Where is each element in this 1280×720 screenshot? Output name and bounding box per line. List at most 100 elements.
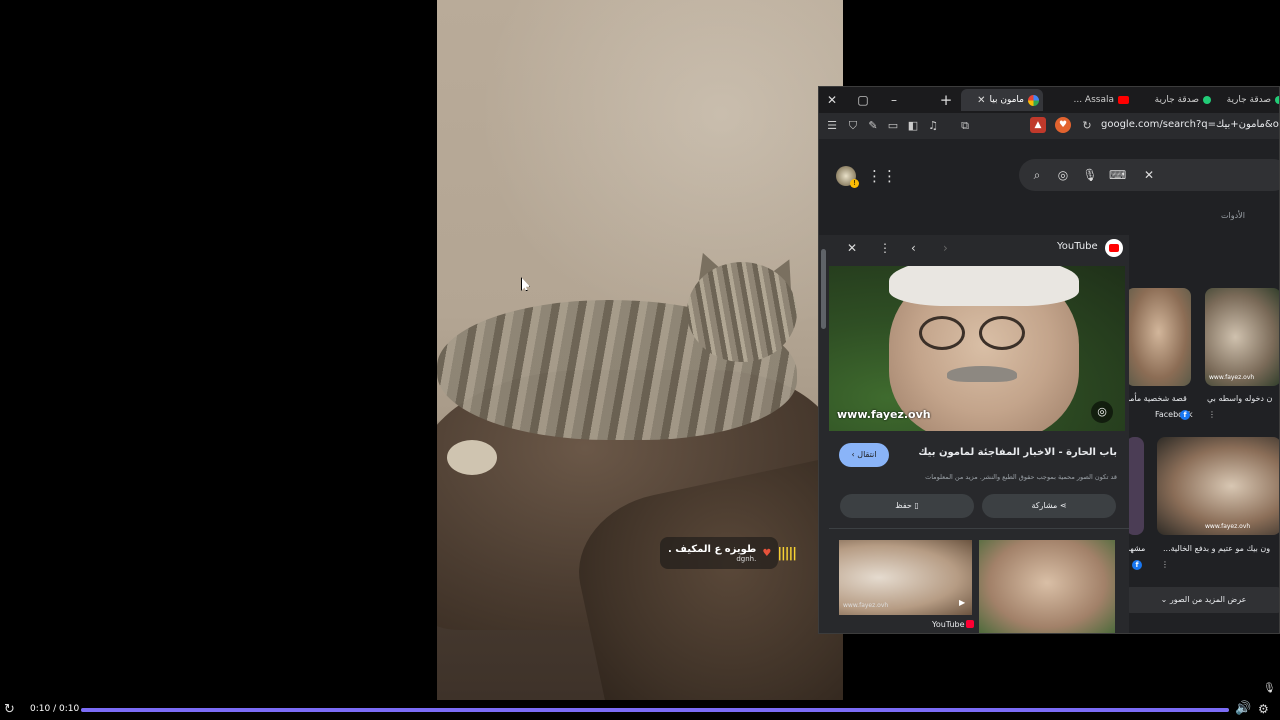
result-title[interactable]: باب الحارة - الاخبار المفاجئة لمامون بيك (899, 447, 1117, 458)
audio-bars-icon: ||||| (777, 545, 797, 561)
menu-icon[interactable]: ☰ (824, 118, 840, 134)
tab-assala[interactable]: Assala ... (1045, 89, 1133, 111)
tab-label: مامون بيا (989, 95, 1024, 105)
image-caption[interactable]: قصة شخصية مأمو (1126, 394, 1187, 403)
search-icon[interactable]: ⌕ (1029, 167, 1045, 183)
brave-shield-icon[interactable]: ♥ (1055, 117, 1071, 133)
sidebar-icon[interactable]: ◧ (905, 118, 921, 134)
source-name: YouTube (1057, 241, 1098, 252)
browser-toolbar: ☰ ⛉ ✎ ▭ ◧ ♫ ⧉ ▲ ♥ ↻ google.com/search?q=… (819, 113, 1279, 139)
tab-label: صدقة جارية (1154, 95, 1199, 105)
reload-icon[interactable]: ↻ (1079, 118, 1095, 134)
cat-head (687, 262, 797, 362)
tools-filter[interactable]: الأدوات (1221, 211, 1245, 220)
image-watermark: www.fayez.ovh (843, 602, 889, 609)
minimize-icon[interactable]: – (885, 91, 903, 109)
related-source: YouTube (932, 620, 965, 629)
close-window-icon[interactable]: ✕ (823, 91, 841, 109)
close-icon[interactable]: ✕ (847, 241, 857, 255)
tab-active[interactable]: مامون بيا ✕ (961, 89, 1043, 111)
panel-header: ✕ ⋮ ‹ › YouTube (829, 235, 1129, 263)
youtube-icon (1105, 239, 1123, 257)
youtube-icon (966, 620, 974, 628)
music-icon[interactable]: ♫ (925, 118, 941, 134)
more-options-icon[interactable]: ⋮ (1161, 560, 1169, 569)
screenshot-icon[interactable]: ⧉ (957, 118, 973, 134)
moustache (947, 366, 1017, 382)
share-label: مشاركة (1031, 501, 1058, 510)
browser-window: ✕ ▢ – + مامون بيا ✕ Assala ... صدقة جاري… (818, 86, 1280, 634)
hair (889, 266, 1079, 306)
related-image[interactable] (979, 540, 1115, 633)
save-button[interactable]: حفظ ▯ (840, 494, 974, 518)
volume-icon[interactable]: 🔊 (1235, 701, 1251, 716)
mic-icon[interactable]: 🎙 (1263, 683, 1276, 694)
bookmark-icon: ▯ (914, 501, 919, 510)
scrollbar-thumb[interactable] (821, 249, 826, 329)
image-watermark: www.fayez.ovh (1205, 523, 1251, 530)
chevron-right-icon[interactable]: › (943, 241, 948, 255)
tab-sadaqa-2[interactable]: صدقة جارية (1217, 89, 1279, 111)
image-watermark: www.fayez.ovh (837, 408, 931, 421)
save-label: حفظ (895, 501, 912, 510)
play-icon: ▶ (959, 598, 966, 607)
glasses-lens (979, 316, 1025, 350)
youtube-icon (1118, 96, 1129, 104)
heart-icon: ♥ (762, 547, 772, 559)
more-images-label: عرض المزيد من الصور (1169, 595, 1247, 604)
more-options-icon[interactable]: ⋮ (879, 241, 891, 255)
keyboard-icon[interactable]: ⌨ (1109, 167, 1126, 183)
facebook-icon: f (1132, 560, 1142, 570)
lens-icon[interactable]: ◎ (1055, 167, 1071, 183)
chevron-left-icon[interactable]: ‹ (911, 241, 916, 255)
rewards-icon[interactable]: ▲ (1030, 117, 1046, 133)
sticker-user: dgnh. (736, 554, 757, 563)
visit-button[interactable]: ‹ انتقال (839, 443, 889, 467)
image-result[interactable] (1126, 288, 1191, 386)
tab-label: صدقة جارية (1226, 95, 1271, 105)
site-icon (1275, 96, 1279, 104)
visit-label: انتقال (857, 450, 877, 459)
video-frame (437, 0, 843, 700)
image-result[interactable]: www.fayez.ovh (1157, 437, 1279, 535)
alert-icon: ! (850, 179, 859, 188)
image-caption[interactable]: ون بيك مو عتيم و بدفع الخالية... (1163, 544, 1270, 553)
sticker-title: طويزه ع المكيف . (668, 543, 757, 555)
more-options-icon[interactable]: ⋮ (1208, 410, 1216, 419)
copyright-notice[interactable]: قد تكون الصور محمية بموجب حقوق الطبع وال… (839, 473, 1117, 481)
related-image[interactable]: www.fayez.ovh ▶ (839, 540, 972, 615)
maximize-icon[interactable]: ▢ (854, 91, 872, 109)
chevron-down-icon: ⌄ (1160, 595, 1168, 604)
replay-icon[interactable]: ↻ (4, 702, 15, 717)
settings-icon[interactable]: ⚙ (1258, 702, 1269, 716)
tab-bar: ✕ ▢ – + مامون بيا ✕ Assala ... صدقة جاري… (819, 87, 1279, 113)
new-tab-icon[interactable]: + (937, 91, 955, 109)
wallet-icon[interactable]: ▭ (885, 118, 901, 134)
clear-icon[interactable]: ✕ (1141, 167, 1157, 183)
share-button[interactable]: مشاركة ⋖ (982, 494, 1116, 518)
player-controls: ↻ 0:10 / 0:10 🔊 ⚙ (0, 700, 1280, 720)
google-lens-icon[interactable]: ◎ (1091, 401, 1113, 423)
address-bar[interactable]: google.com/search?q=مامون+بيك&oq=مامون+ب… (1101, 119, 1279, 130)
facebook-icon: f (1180, 410, 1190, 420)
image-caption[interactable]: ن دخوله واسطه بي (1207, 394, 1272, 403)
share-icon: ⋖ (1059, 501, 1067, 510)
progress-fill (81, 708, 1229, 712)
tab-sadaqa[interactable]: صدقة جارية (1135, 89, 1215, 111)
music-sticker[interactable]: طويزه ع المكيف . dgnh. ♥ ||||| (660, 537, 797, 569)
mic-icon[interactable]: 🎙 (1082, 167, 1098, 183)
image-preview-panel: ✕ ⋮ ‹ › YouTube www.fayez.ovh ◎ باب الحا… (819, 235, 1129, 633)
preview-image[interactable]: www.fayez.ovh ◎ (829, 266, 1125, 431)
image-result[interactable]: www.fayez.ovh (1205, 288, 1279, 386)
progress-bar[interactable] (81, 708, 1229, 712)
search-header: ! ⋮⋮ ⌕ ◎ 🎙 ⌨ ✕ الأدوات (819, 139, 1279, 235)
shield-icon[interactable]: ⛉ (845, 118, 861, 134)
more-images-button[interactable]: عرض المزيد من الصور ⌄ (1126, 587, 1279, 613)
extensions-icon[interactable]: ✎ (865, 118, 881, 134)
search-input[interactable]: ⌕ ◎ 🎙 ⌨ ✕ (1019, 159, 1279, 191)
apps-grid-icon[interactable]: ⋮⋮ (867, 167, 897, 185)
cat-paw (447, 440, 497, 475)
time-display: 0:10 / 0:10 (30, 704, 80, 714)
close-tab-icon[interactable]: ✕ (977, 95, 985, 106)
divider (829, 528, 1129, 529)
